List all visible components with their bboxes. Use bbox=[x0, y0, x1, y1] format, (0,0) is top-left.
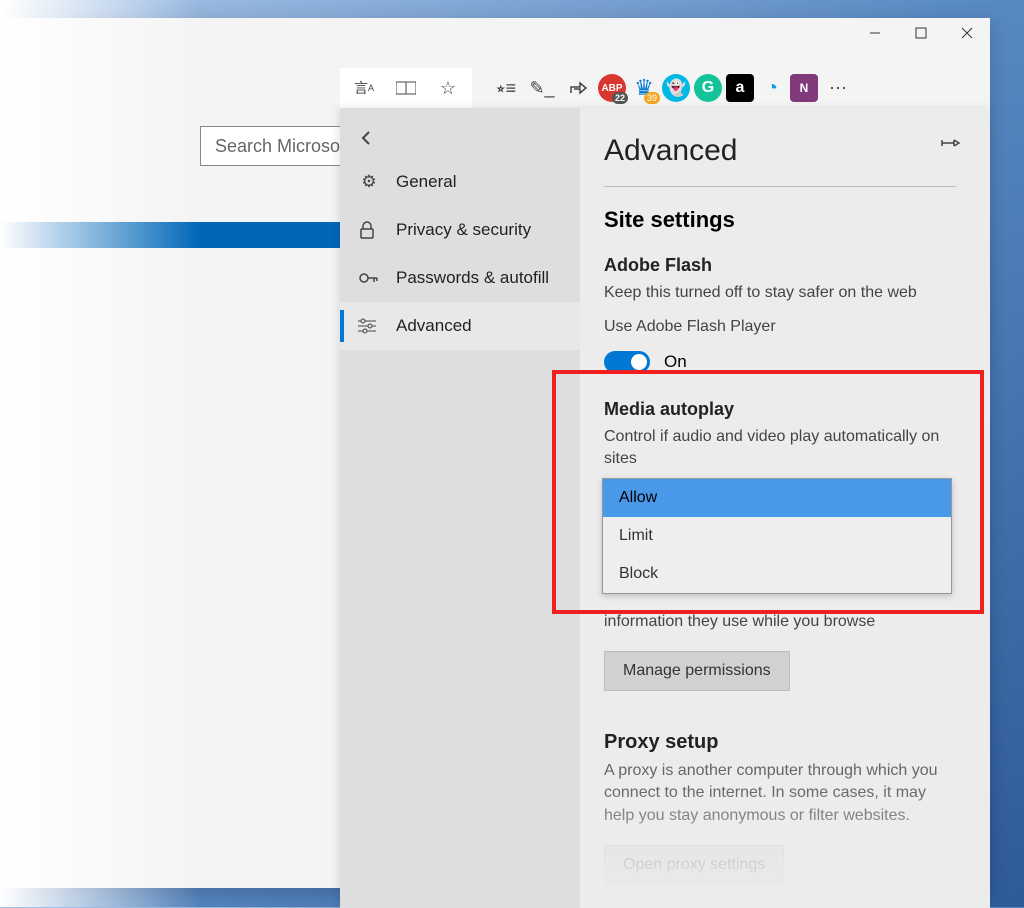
sliders-icon bbox=[358, 318, 380, 334]
autoplay-dropdown[interactable]: Allow Limit Block bbox=[602, 478, 952, 594]
nav-label: Advanced bbox=[396, 316, 472, 336]
flash-desc: Keep this turned off to stay safer on th… bbox=[604, 282, 956, 304]
nav-item-general[interactable]: ⚙ General bbox=[340, 158, 580, 206]
proxy-heading: Proxy setup bbox=[604, 731, 956, 754]
onenote-extension-icon[interactable]: N bbox=[790, 74, 818, 102]
lock-icon bbox=[358, 221, 380, 239]
gear-icon: ⚙ bbox=[358, 172, 380, 192]
browser-window: Search Microsoft 言A ☆ ⭒≡ ✎_ ABP22 ♛39 👻 … bbox=[0, 18, 990, 888]
nav-label: General bbox=[396, 172, 456, 192]
extension-icon[interactable]: ◔ bbox=[758, 74, 786, 102]
website-permissions-partial-text: information they use while you browse bbox=[604, 611, 956, 633]
section-heading: Site settings bbox=[604, 207, 956, 233]
flash-heading: Adobe Flash bbox=[604, 255, 956, 276]
rewards-extension-icon[interactable]: ♛39 bbox=[630, 74, 658, 102]
favorite-star-icon[interactable]: ☆ bbox=[432, 72, 464, 104]
nav-item-privacy[interactable]: Privacy & security bbox=[340, 206, 580, 254]
page-bluebar bbox=[0, 222, 340, 248]
flash-toggle[interactable] bbox=[604, 351, 650, 373]
nav-item-advanced[interactable]: Advanced bbox=[340, 302, 580, 350]
ghostery-extension-icon[interactable]: 👻 bbox=[662, 74, 690, 102]
autoplay-option-allow[interactable]: Allow bbox=[603, 479, 951, 517]
pin-icon[interactable] bbox=[940, 136, 960, 150]
page-title: Advanced bbox=[604, 134, 956, 168]
minimize-button[interactable] bbox=[852, 18, 898, 48]
close-button[interactable] bbox=[944, 18, 990, 48]
divider bbox=[604, 186, 956, 187]
key-icon bbox=[358, 269, 380, 287]
favorites-list-icon[interactable]: ⭒≡ bbox=[490, 72, 522, 104]
adblock-badge: 22 bbox=[612, 92, 628, 104]
notes-icon[interactable]: ✎_ bbox=[526, 72, 558, 104]
back-button[interactable] bbox=[340, 118, 580, 158]
nav-label: Passwords & autofill bbox=[396, 268, 549, 288]
autoplay-desc: Control if audio and video play automati… bbox=[604, 426, 956, 471]
addressbar-controls: 言A ☆ bbox=[340, 68, 472, 108]
manage-permissions-button[interactable]: Manage permissions bbox=[604, 651, 790, 691]
window-titlebar bbox=[852, 18, 990, 48]
settings-flyout: ⚙ General Privacy & security Passwords &… bbox=[340, 108, 990, 908]
adblock-extension-icon[interactable]: ABP22 bbox=[598, 74, 626, 102]
flash-toggle-label: Use Adobe Flash Player bbox=[604, 316, 956, 338]
settings-nav: ⚙ General Privacy & security Passwords &… bbox=[340, 108, 580, 908]
nav-item-passwords[interactable]: Passwords & autofill bbox=[340, 254, 580, 302]
autoplay-option-block[interactable]: Block bbox=[603, 555, 951, 593]
flash-toggle-state: On bbox=[664, 352, 687, 372]
reading-view-icon[interactable] bbox=[390, 72, 422, 104]
amazon-extension-icon[interactable]: a bbox=[726, 74, 754, 102]
settings-content: Advanced Site settings Adobe Flash Keep … bbox=[580, 108, 990, 908]
share-icon[interactable] bbox=[562, 72, 594, 104]
more-menu-icon[interactable]: ⋯ bbox=[822, 72, 854, 104]
browser-toolbar: 言A ☆ ⭒≡ ✎_ ABP22 ♛39 👻 G a ◔ N ⋯ bbox=[340, 68, 975, 108]
maximize-button[interactable] bbox=[898, 18, 944, 48]
rewards-badge: 39 bbox=[644, 92, 660, 104]
proxy-desc: A proxy is another computer through whic… bbox=[604, 760, 956, 827]
translate-icon[interactable]: 言A bbox=[348, 72, 380, 104]
grammarly-extension-icon[interactable]: G bbox=[694, 74, 722, 102]
open-proxy-button[interactable]: Open proxy settings bbox=[604, 845, 784, 885]
autoplay-heading: Media autoplay bbox=[604, 399, 956, 420]
autoplay-option-limit[interactable]: Limit bbox=[603, 517, 951, 555]
nav-label: Privacy & security bbox=[396, 220, 531, 240]
